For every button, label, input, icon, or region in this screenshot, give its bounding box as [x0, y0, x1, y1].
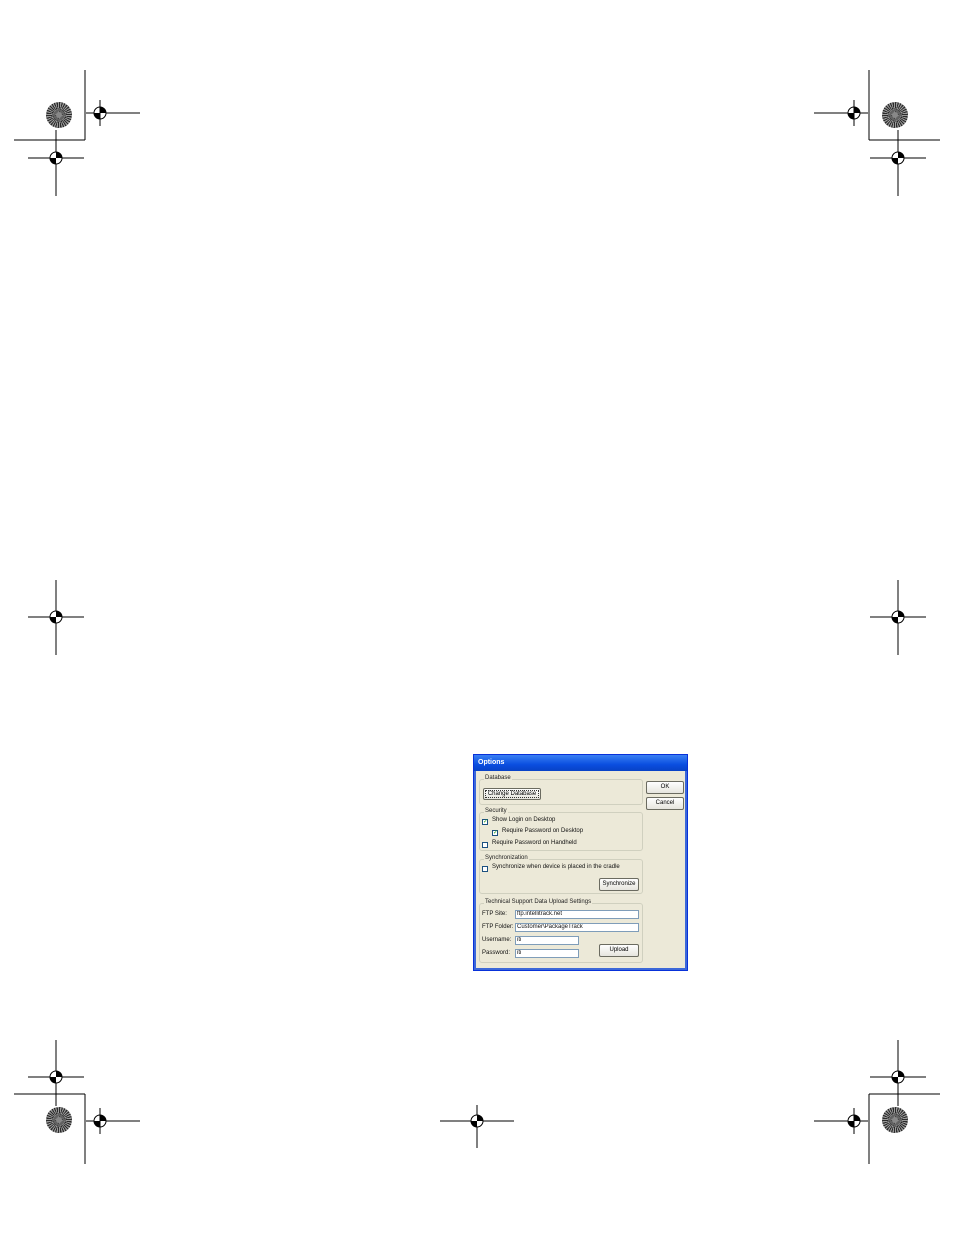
sync-on-cradle-label: Synchronize when device is placed in the… [492, 864, 620, 870]
dialog-title[interactable]: Options [474, 755, 687, 771]
username-field[interactable]: iti [515, 936, 579, 945]
password-field[interactable]: iti [515, 949, 579, 958]
ok-button-label: OK [660, 784, 670, 790]
options-dialog: Options OK Cancel Database Change Databa… [473, 754, 688, 971]
ftp-site-field[interactable]: ftp.intellitrack.net [515, 910, 639, 919]
synchronize-button[interactable]: Synchronize [599, 878, 639, 891]
color-target-icon [46, 102, 72, 128]
registration-marks [14, 70, 940, 1164]
upload-button-label: Upload [609, 947, 629, 953]
require-password-desktop-label: Require Password on Desktop [502, 828, 584, 834]
upload-button[interactable]: Upload [599, 944, 639, 957]
change-database-label: Change Database [487, 791, 537, 797]
synchronization-group-label: Synchronization [484, 855, 529, 861]
require-password-handheld-checkbox[interactable] [482, 842, 488, 848]
change-database-button[interactable]: Change Database [483, 788, 541, 800]
cancel-button-label: Cancel [655, 800, 675, 806]
username-label: Username: [482, 937, 512, 943]
ftp-folder-label: FTP Folder: [482, 924, 514, 930]
require-password-desktop-checkbox[interactable]: ✓ [492, 830, 498, 836]
color-target-icon [882, 102, 908, 128]
show-login-checkbox[interactable]: ✓ [482, 819, 488, 825]
color-target-icon [882, 1107, 908, 1133]
color-target-icon [46, 1107, 72, 1133]
sync-on-cradle-checkbox[interactable] [482, 866, 488, 872]
ftp-folder-field[interactable]: Customer\PackageTrack [515, 923, 639, 932]
tech-support-group: Technical Support Data Upload Settings F… [479, 899, 643, 963]
ftp-site-label: FTP Site: [482, 911, 507, 917]
database-group-label: Database [484, 775, 512, 781]
database-group: Database Change Database [479, 775, 643, 805]
synchronization-group: Synchronization Synchronize when device … [479, 855, 643, 894]
password-label: Password: [482, 950, 511, 956]
tech-support-group-label: Technical Support Data Upload Settings [484, 899, 593, 905]
security-group-label: Security [484, 808, 508, 814]
security-group: Security ✓ Show Login on Desktop ✓ Requi… [479, 808, 643, 851]
cancel-button[interactable]: Cancel [646, 797, 684, 810]
ok-button[interactable]: OK [646, 781, 684, 794]
show-login-label: Show Login on Desktop [492, 817, 556, 823]
synchronize-button-label: Synchronize [602, 881, 636, 887]
require-password-handheld-label: Require Password on Handheld [492, 840, 577, 846]
